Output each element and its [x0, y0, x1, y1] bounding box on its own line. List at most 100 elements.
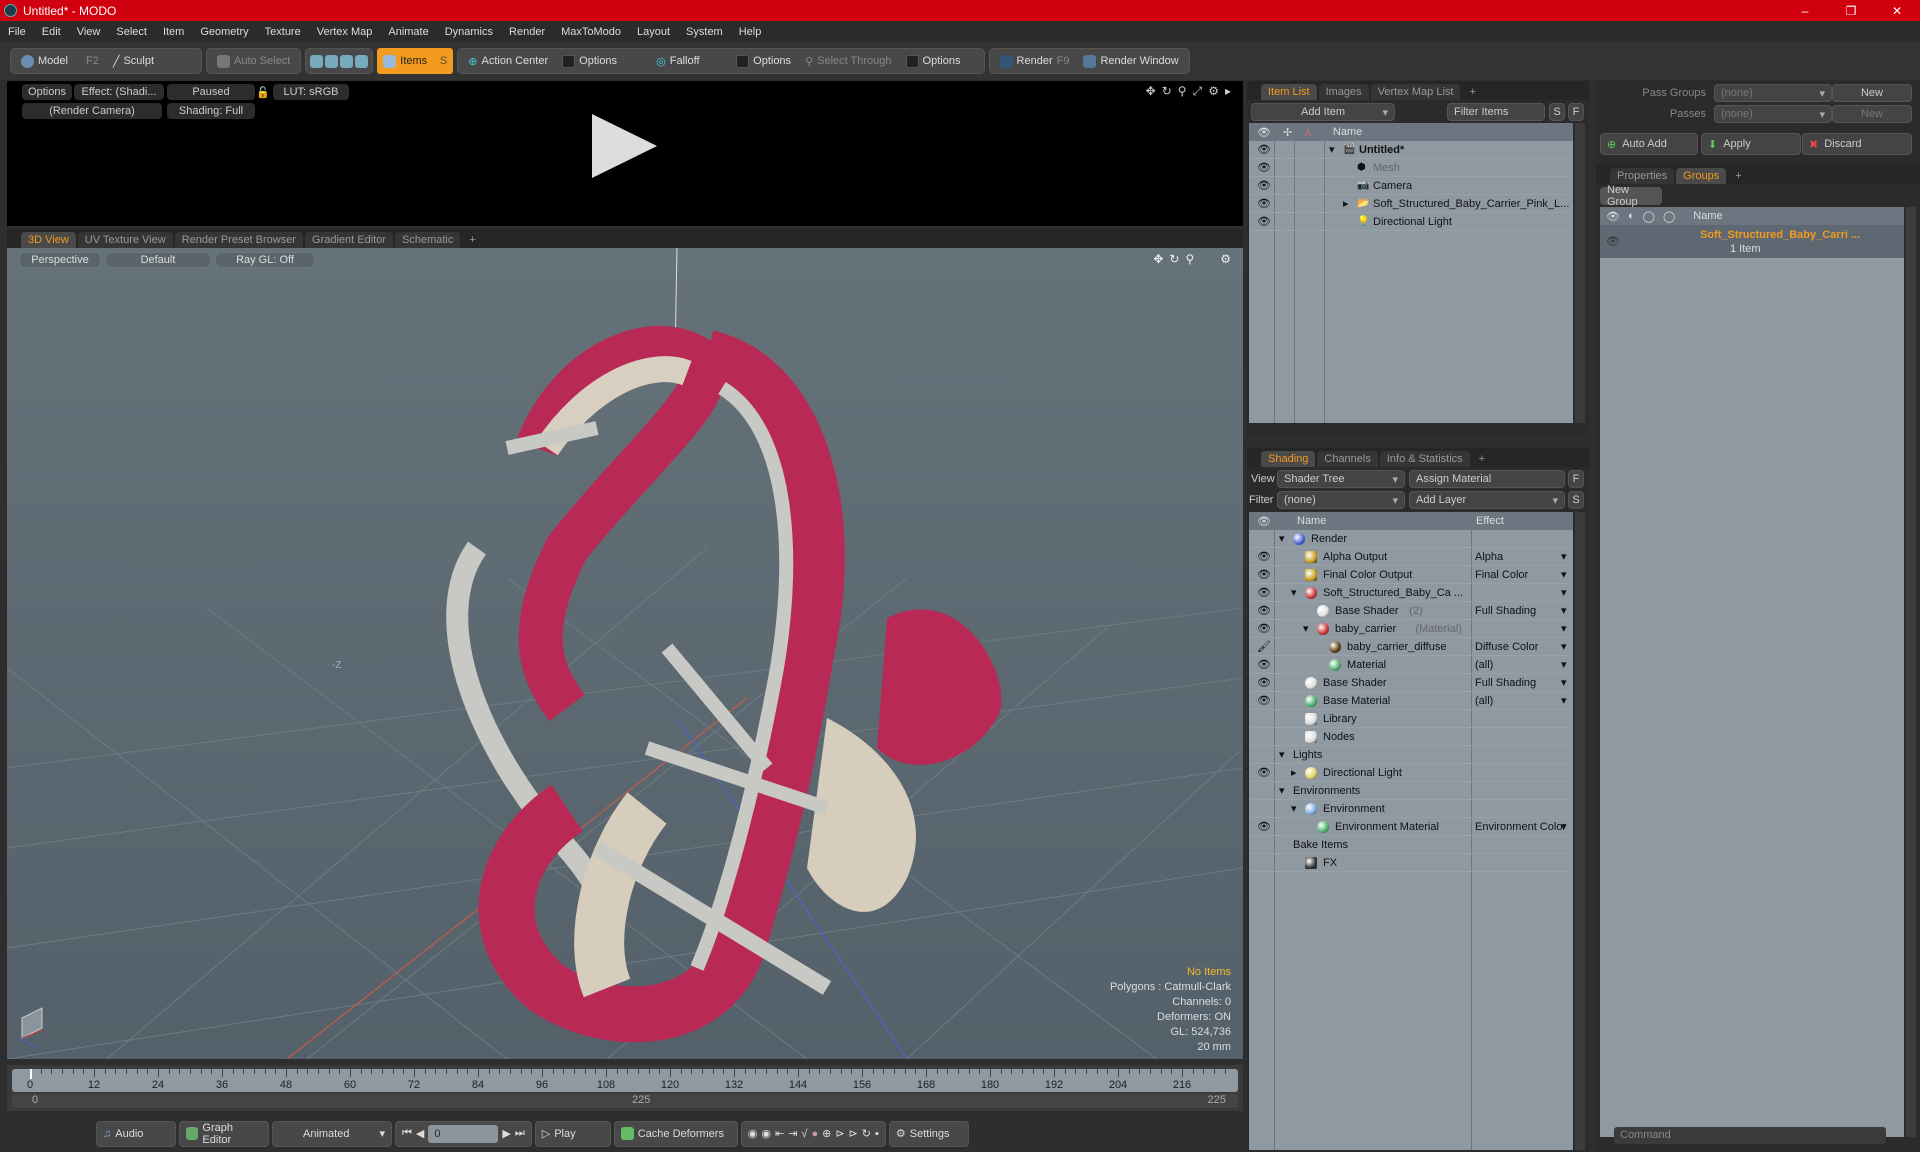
menu-select[interactable]: Select	[116, 26, 147, 38]
effect-dropdown[interactable]: (all)	[1475, 659, 1493, 671]
action-center-options-button[interactable]: Options	[556, 50, 648, 72]
gear-icon[interactable]: ⚙	[1220, 252, 1231, 266]
effect-dropdown[interactable]: Environment Color	[1475, 821, 1566, 833]
shader-row[interactable]: ▾ Environment	[1249, 800, 1573, 818]
range-slider[interactable]: 0 225 225	[12, 1094, 1238, 1108]
item-list-scrollbar[interactable]	[1575, 123, 1585, 423]
tab-properties[interactable]: Properties	[1610, 168, 1675, 184]
shader-row[interactable]: 👁 ▾ baby_carrier (Material) ▾	[1249, 620, 1573, 638]
shader-row[interactable]: Nodes	[1249, 728, 1573, 746]
channel-key-icon[interactable]: ⊕	[822, 1127, 831, 1140]
render-camera-dropdown[interactable]: (Render Camera)	[22, 103, 162, 119]
collapse-arrow-icon[interactable]: ▸	[1343, 197, 1349, 210]
tab-images[interactable]: Images	[1318, 84, 1369, 100]
shader-row[interactable]: 👁 Final Color Output Final Color ▾	[1249, 566, 1573, 584]
visibility-icon[interactable]: 👁	[1257, 676, 1271, 689]
dropdown-arrow-icon[interactable]: ▾	[1561, 604, 1567, 617]
polygons-mode-icon[interactable]	[340, 54, 354, 68]
tab-channels[interactable]: Channels	[1317, 451, 1378, 467]
menu-system[interactable]: System	[686, 26, 723, 38]
name-column-header[interactable]: Name	[1693, 210, 1722, 222]
move-icon[interactable]: ✥	[1153, 252, 1163, 266]
action-center-button[interactable]: ⊕ Action Center	[462, 50, 554, 72]
collapse-arrow-icon[interactable]: ▸	[1291, 766, 1297, 779]
auto-key-icon[interactable]: ◉	[761, 1127, 771, 1140]
visibility-icon[interactable]: 👁	[1257, 622, 1271, 635]
assign-material-button[interactable]: Assign Material	[1409, 470, 1565, 488]
visibility-icon[interactable]: 👁	[1257, 604, 1271, 617]
falloff-options-button[interactable]: Options	[730, 50, 797, 72]
render-window-button[interactable]: Render Window	[1077, 50, 1184, 72]
dropdown-arrow-icon[interactable]: ▾	[1561, 694, 1567, 707]
lock-icon[interactable]: 🔓	[256, 84, 270, 100]
audio-button[interactable]: ♫ Audio	[96, 1120, 176, 1147]
apply-button[interactable]: ⬇ Apply	[1701, 133, 1801, 155]
shader-row[interactable]: ▾ Environments	[1249, 782, 1573, 800]
new-pass-group-button[interactable]: New	[1832, 84, 1912, 102]
visibility-icon[interactable]: 👁	[1257, 143, 1271, 156]
effect-dropdown[interactable]: Diffuse Color	[1475, 641, 1538, 653]
shader-row[interactable]: Bake Items	[1249, 836, 1573, 854]
falloff-button[interactable]: ◎ Falloff	[650, 50, 728, 72]
menu-file[interactable]: File	[8, 26, 26, 38]
visibility-icon[interactable]: 👁	[1257, 161, 1271, 174]
item-row[interactable]: 👁 ▾ 🎬 Untitled*	[1249, 141, 1573, 159]
tab-info-statistics[interactable]: Info & Statistics	[1379, 451, 1470, 467]
visibility-icon[interactable]: 👁	[1257, 215, 1271, 228]
shader-row[interactable]: 👁 Base Shader Full Shading ▾	[1249, 674, 1573, 692]
step-back-icon[interactable]: ⊳	[835, 1127, 844, 1140]
expand-arrow-icon[interactable]: ▾	[1291, 802, 1297, 815]
chevron-right-icon[interactable]: ▸	[1225, 84, 1231, 99]
dropdown-arrow-icon[interactable]: ▾	[1561, 820, 1567, 833]
visibility-icon[interactable]: 👁	[1257, 568, 1271, 581]
dropdown-arrow-icon[interactable]: ▾	[1561, 622, 1567, 635]
move-icon[interactable]: ✥	[1146, 84, 1156, 99]
effect-dropdown[interactable]: Full Shading	[1475, 677, 1536, 689]
effect-dropdown[interactable]: Final Color	[1475, 569, 1528, 581]
shader-row[interactable]: 👁 Material (all) ▾	[1249, 656, 1573, 674]
brush-icon[interactable]: 🖌	[1257, 640, 1271, 653]
record-icon[interactable]: ●	[811, 1128, 818, 1140]
minimize-button[interactable]: –	[1782, 0, 1828, 21]
tab-gradient-editor[interactable]: Gradient Editor	[305, 232, 393, 248]
tab-render-preset-browser[interactable]: Render Preset Browser	[174, 232, 304, 248]
frame-input[interactable]: 0	[428, 1124, 499, 1143]
shader-row[interactable]: Library	[1249, 710, 1573, 728]
expand-arrow-icon[interactable]: ▾	[1279, 532, 1285, 545]
add-tab-button[interactable]: +	[1472, 451, 1492, 467]
shader-row[interactable]: FX	[1249, 854, 1573, 872]
playhead[interactable]	[30, 1069, 32, 1079]
menu-help[interactable]: Help	[739, 26, 762, 38]
materials-mode-icon[interactable]	[355, 54, 369, 68]
rotate-icon[interactable]: ↻	[1162, 84, 1172, 99]
shader-row[interactable]: 👁 Base Shader (2) Full Shading ▾	[1249, 602, 1573, 620]
s-button[interactable]: S	[1568, 491, 1584, 509]
add-tab-button[interactable]: +	[1462, 84, 1482, 100]
graph-editor-button[interactable]: Graph Editor	[179, 1120, 269, 1147]
effect-dropdown[interactable]: (all)	[1475, 695, 1493, 707]
name-column-header[interactable]: Name	[1333, 126, 1362, 138]
name-column-header[interactable]: Name	[1297, 515, 1326, 527]
new-pass-button[interactable]: New	[1832, 105, 1912, 123]
groups-scrollbar[interactable]	[1906, 207, 1916, 1137]
filter-items-input[interactable]: Filter Items	[1447, 103, 1545, 121]
auto-select-button[interactable]: Auto Select	[211, 50, 296, 72]
expand-arrow-icon[interactable]: ▾	[1279, 784, 1285, 797]
expand-arrow-icon[interactable]: ▾	[1279, 748, 1285, 761]
add-tab-button[interactable]: +	[462, 232, 482, 248]
lut-dropdown[interactable]: LUT: sRGB	[273, 84, 349, 100]
play-icon[interactable]	[592, 114, 657, 178]
menu-geometry[interactable]: Geometry	[200, 26, 248, 38]
visibility-icon[interactable]: 👁	[1257, 197, 1271, 210]
add-layer-dropdown[interactable]: Add Layer	[1409, 491, 1565, 509]
expand-arrow-icon[interactable]: ▾	[1303, 622, 1309, 635]
menu-layout[interactable]: Layout	[637, 26, 670, 38]
select-through-options-button[interactable]: Options	[900, 50, 980, 72]
maximize-icon[interactable]: ⤢	[1193, 84, 1203, 99]
visibility-icon[interactable]: 👁	[1606, 235, 1620, 248]
prev-key-icon[interactable]: ◀	[416, 1127, 424, 1140]
zoom-icon[interactable]: ⚲	[1185, 252, 1194, 266]
item-row[interactable]: 👁 ⬢ Mesh	[1249, 159, 1573, 177]
loop-icon[interactable]: ↻	[862, 1127, 871, 1140]
filter-dropdown[interactable]: (none)	[1277, 491, 1405, 509]
